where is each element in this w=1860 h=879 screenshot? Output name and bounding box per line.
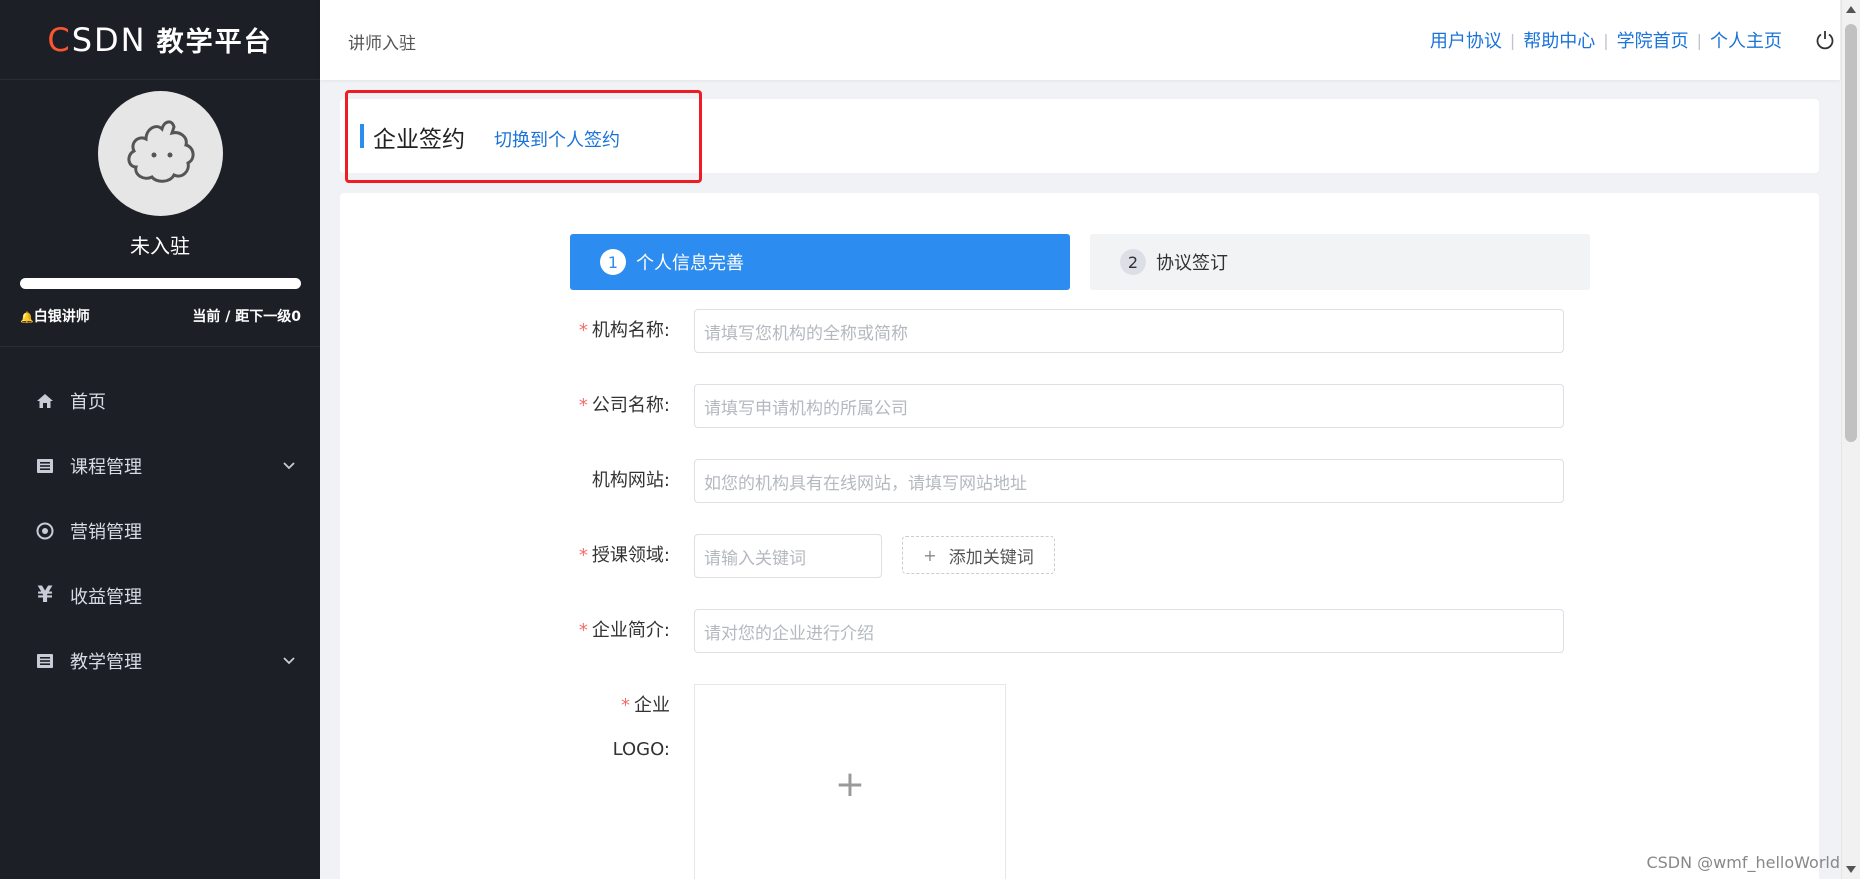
- list-icon: [34, 457, 56, 475]
- form-row-domain: * 授课领域: 请输入关键词 + 添加关键词: [570, 534, 1055, 578]
- sidebar-item-label: 首页: [70, 391, 106, 413]
- intro-input[interactable]: 请对您的企业进行介绍: [694, 609, 1564, 653]
- chevron-down-icon: [282, 650, 296, 671]
- target-icon: [34, 521, 56, 541]
- level-progress-text: 当前 / 距下一级0: [192, 309, 301, 325]
- step-label: 个人信息完善: [636, 253, 744, 274]
- sidebar-item-teaching-management[interactable]: 教学管理: [0, 628, 320, 693]
- sidebar-item-label: 课程管理: [70, 456, 142, 478]
- keyword-input[interactable]: 请输入关键词: [694, 534, 882, 578]
- add-keyword-button[interactable]: + 添加关键词: [902, 536, 1055, 574]
- step-personal-info[interactable]: 1 个人信息完善: [570, 234, 1070, 290]
- yen-icon: ¥: [37, 583, 53, 608]
- step-number: 1: [600, 249, 626, 275]
- sidebar-menu: 首页 课程管理 营销管理 ¥ 收益管理 教学管理: [0, 368, 320, 693]
- logo[interactable]: CSDN 教学平台: [0, 0, 320, 80]
- form-row-website: 机构网站: 如您的机构具有在线网站，请填写网站地址: [570, 459, 1564, 503]
- avatar[interactable]: [98, 91, 223, 216]
- intro-label: * 企业简介:: [578, 620, 670, 641]
- sidebar-item-label: 教学管理: [70, 651, 142, 673]
- level-row: 🔔白银讲师 当前 / 距下一级0: [20, 306, 301, 326]
- sidebar: CSDN 教学平台 未入驻 🔔白银讲师 当前 / 距下一级0 首页 课程管理 营…: [0, 0, 320, 879]
- logo-upload[interactable]: +: [694, 684, 1006, 879]
- link-help-center[interactable]: 帮助中心: [1523, 27, 1595, 53]
- form-row-company-name: * 公司名称: 请填写申请机构的所属公司: [570, 384, 1564, 428]
- page-scrollbar[interactable]: [1841, 0, 1860, 879]
- sidebar-item-label: 收益管理: [70, 586, 142, 608]
- avatar-placeholder-icon: [127, 120, 194, 183]
- website-label: 机构网站:: [591, 470, 670, 491]
- header-links: 用户协议 | 帮助中心 | 学院首页 | 个人主页: [1430, 27, 1782, 53]
- scroll-thumb[interactable]: [1845, 24, 1857, 442]
- form-row-org-name: * 机构名称: 请填写您机构的全称或简称: [570, 309, 1564, 353]
- list-icon: [34, 652, 56, 670]
- link-user-agreement[interactable]: 用户协议: [1430, 27, 1502, 53]
- org-name-label: * 机构名称:: [578, 320, 670, 341]
- level-progress-bar: [20, 278, 301, 289]
- chevron-down-icon: [282, 455, 296, 476]
- power-icon[interactable]: [1810, 25, 1840, 55]
- sidebar-item-revenue[interactable]: ¥ 收益管理: [0, 563, 320, 628]
- level-label: 🔔白银讲师: [20, 309, 90, 325]
- scroll-down-arrow[interactable]: [1846, 866, 1856, 873]
- divider: [0, 346, 320, 347]
- scroll-up-arrow[interactable]: [1846, 6, 1856, 13]
- org-name-input[interactable]: 请填写您机构的全称或简称: [694, 309, 1564, 353]
- company-name-label: * 公司名称:: [578, 395, 670, 416]
- user-status: 未入驻: [130, 234, 190, 258]
- company-name-input[interactable]: 请填写申请机构的所属公司: [694, 384, 1564, 428]
- step-label: 协议签订: [1156, 253, 1228, 274]
- domain-label: * 授课领域:: [578, 545, 670, 566]
- sidebar-item-marketing[interactable]: 营销管理: [0, 498, 320, 563]
- breadcrumb: 讲师入驻: [348, 34, 416, 54]
- highlight-box: [345, 90, 702, 183]
- plus-icon: +: [923, 545, 937, 565]
- link-academy-home[interactable]: 学院首页: [1617, 27, 1689, 53]
- step-agreement[interactable]: 2 协议签订: [1090, 234, 1590, 290]
- home-icon: [34, 392, 56, 410]
- form-row-logo: * 企业LOGO: +: [570, 684, 1006, 879]
- sidebar-item-course-management[interactable]: 课程管理: [0, 433, 320, 498]
- csdn-logo: CSDN: [47, 20, 147, 59]
- step-number: 2: [1120, 249, 1146, 275]
- link-personal-home[interactable]: 个人主页: [1710, 27, 1782, 53]
- sidebar-item-home[interactable]: 首页: [0, 368, 320, 433]
- watermark: CSDN @wmf_helloWorld: [1646, 853, 1840, 872]
- logo-label: * 企业LOGO:: [612, 695, 670, 760]
- form-row-intro: * 企业简介: 请对您的企业进行介绍: [570, 609, 1564, 653]
- platform-name: 教学平台: [156, 27, 273, 58]
- steps: 1 个人信息完善 2 协议签订: [570, 234, 1590, 290]
- form-card: [340, 193, 1819, 879]
- plus-icon: +: [834, 763, 866, 805]
- top-header: 讲师入驻 用户协议 | 帮助中心 | 学院首页 | 个人主页: [320, 0, 1840, 80]
- sidebar-item-label: 营销管理: [70, 521, 142, 543]
- bell-icon: 🔔: [20, 311, 34, 324]
- website-input[interactable]: 如您的机构具有在线网站，请填写网站地址: [694, 459, 1564, 503]
